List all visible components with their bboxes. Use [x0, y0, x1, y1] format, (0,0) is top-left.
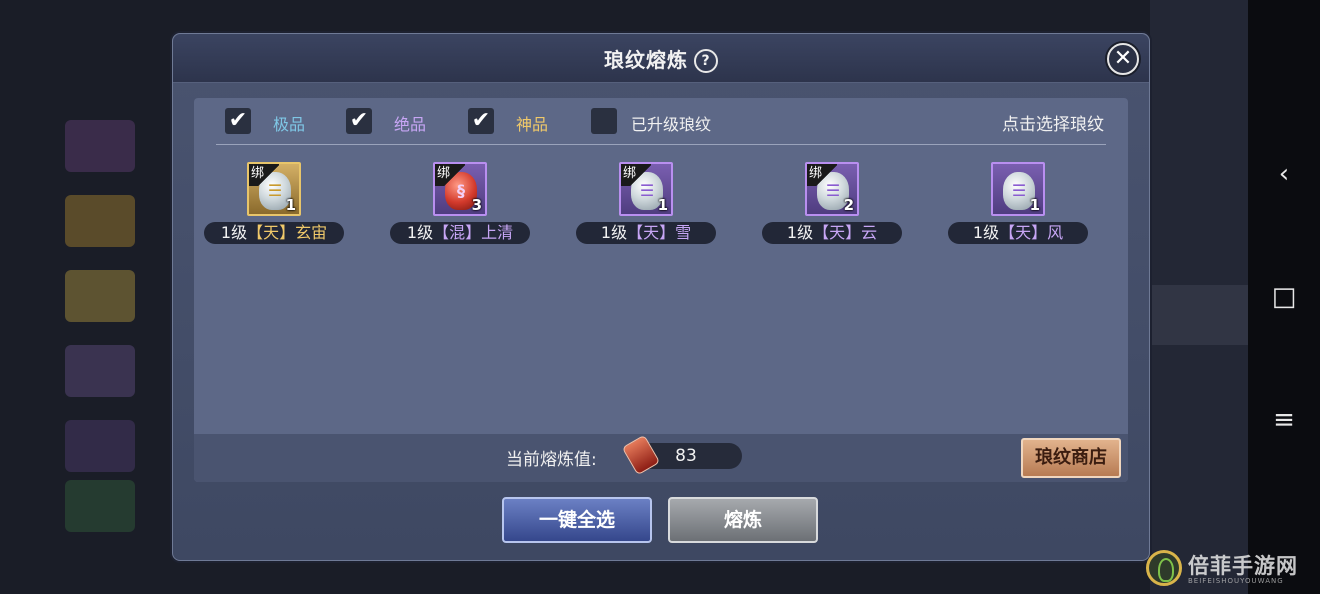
rune-level: 1级: [220, 223, 248, 242]
rune-name: 1级【天】雪: [576, 222, 716, 244]
rune-count: 2: [843, 196, 854, 214]
rune-tier: 【混】: [433, 223, 482, 242]
rune-title: 上清: [481, 223, 514, 242]
rune-shop-button[interactable]: 琅纹商店: [1021, 438, 1121, 478]
rune-tier: 【天】: [247, 223, 296, 242]
rune-icon[interactable]: ☰ 1: [991, 162, 1045, 216]
background-tile: [65, 120, 135, 172]
close-button[interactable]: ✕: [1107, 43, 1139, 75]
divider: [216, 144, 1106, 145]
dialog-title-text: 琅纹熔炼: [604, 48, 688, 72]
smelt-crystal-icon: [621, 434, 661, 476]
rune-item[interactable]: ☰ 绑 1 1级【天】雪: [576, 162, 716, 254]
rune-icon[interactable]: ☰ 绑 2: [805, 162, 859, 216]
bound-badge: 绑: [621, 164, 651, 186]
rune-tier: 【天】: [813, 223, 862, 242]
watermark-logo-icon: [1146, 550, 1182, 586]
rune-count: 1: [657, 196, 668, 214]
rune-name: 1级【天】风: [948, 222, 1088, 244]
smelt-button[interactable]: 熔炼: [668, 497, 818, 543]
bound-badge: 绑: [807, 164, 837, 186]
rune-item[interactable]: ☰ 绑 2 1级【天】云: [762, 162, 902, 254]
dialog-title-bar: 琅纹熔炼? ✕: [173, 34, 1149, 83]
filter-label: 绝品: [394, 115, 427, 134]
bound-badge: 绑: [435, 164, 465, 186]
filter-label: 已升级琅纹: [631, 115, 712, 134]
rune-title: 雪: [675, 223, 692, 242]
rune-title: 风: [1047, 223, 1064, 242]
rune-count: 3: [471, 196, 482, 214]
rune-title: 云: [861, 223, 878, 242]
rune-name: 1级【天】玄宙: [204, 222, 344, 244]
filter-label: 极品: [273, 115, 306, 134]
rune-item[interactable]: ☰ 绑 1 1级【天】玄宙: [204, 162, 344, 254]
dialog-title: 琅纹熔炼?: [173, 44, 1149, 73]
watermark: 倍菲手游网 BEIFEISHOUYOUWANG: [1146, 548, 1316, 590]
select-hint: 点击选择琅纹: [1002, 115, 1104, 135]
smelt-dialog: 琅纹熔炼? ✕ ✔ 极品 ✔ 绝品 ✔ 神品 已升级琅纹 点击选择琅纹 ☰ 绑 …: [172, 33, 1150, 561]
recents-icon[interactable]: ≡: [1262, 398, 1306, 442]
background-list: [55, 105, 175, 545]
bound-badge: 绑: [249, 164, 279, 186]
checkbox-juepin[interactable]: ✔: [346, 108, 372, 134]
checkbox-shenpin[interactable]: ✔: [468, 108, 494, 134]
background-tile: [65, 270, 135, 322]
rune-tier: 【天】: [999, 223, 1048, 242]
rune-item[interactable]: ☰ 1 1级【天】风: [948, 162, 1088, 254]
background-tile: [65, 345, 135, 397]
help-icon[interactable]: ?: [694, 49, 718, 73]
smelt-value-label: 当前熔炼值:: [506, 450, 597, 470]
background-side-block: [1150, 285, 1248, 345]
background-tile: [65, 420, 135, 472]
rune-icon[interactable]: ☰ 绑 1: [247, 162, 301, 216]
rune-level: 1级: [406, 223, 434, 242]
watermark-text: 倍菲手游网: [1188, 554, 1298, 578]
rune-item[interactable]: § 绑 3 1级【混】上清: [390, 162, 530, 254]
back-icon[interactable]: ‹: [1262, 152, 1306, 196]
background-tile: [65, 195, 135, 247]
background-tile: [65, 480, 135, 532]
rune-level: 1级: [600, 223, 628, 242]
rune-count: 1: [285, 196, 296, 214]
rune-tier: 【天】: [627, 223, 676, 242]
filter-label: 神品: [516, 115, 549, 134]
rune-count: 1: [1029, 196, 1040, 214]
home-icon[interactable]: □: [1262, 275, 1306, 319]
filter-row: ✔ 极品 ✔ 绝品 ✔ 神品 已升级琅纹 点击选择琅纹: [194, 98, 1128, 144]
select-all-button[interactable]: 一键全选: [502, 497, 652, 543]
rune-panel: ✔ 极品 ✔ 绝品 ✔ 神品 已升级琅纹 点击选择琅纹 ☰ 绑 1 1级【天】玄宙 § 绑…: [194, 98, 1128, 482]
checkbox-jipin[interactable]: ✔: [225, 108, 251, 134]
rune-level: 1级: [786, 223, 814, 242]
rune-icon[interactable]: § 绑 3: [433, 162, 487, 216]
rune-name: 1级【混】上清: [390, 222, 530, 244]
rune-title: 玄宙: [295, 223, 328, 242]
watermark-subtext: BEIFEISHOUYOUWANG: [1188, 577, 1284, 585]
rune-level: 1级: [972, 223, 1000, 242]
rune-name: 1级【天】云: [762, 222, 902, 244]
rune-icon[interactable]: ☰ 绑 1: [619, 162, 673, 216]
checkbox-upgraded[interactable]: [591, 108, 617, 134]
smelt-bar: 当前熔炼值: 83 琅纹商店: [194, 434, 1128, 482]
